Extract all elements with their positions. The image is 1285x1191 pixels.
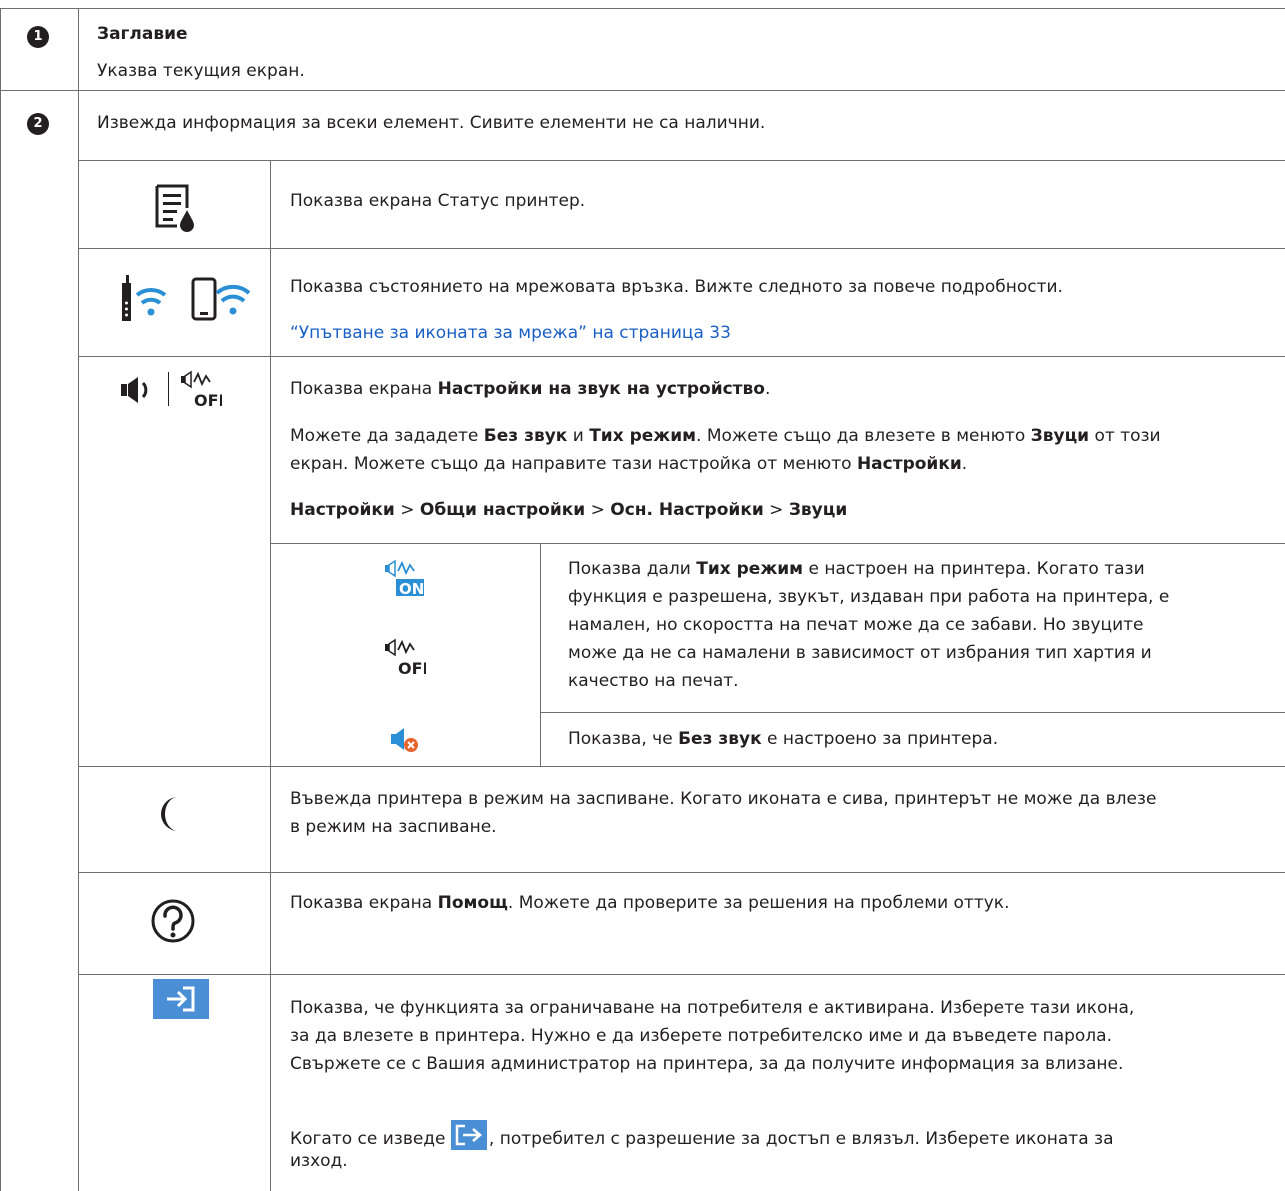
quiet-off-icon: OFF bbox=[385, 638, 426, 676]
sound-text-3: екран. Можете също да направите тази нас… bbox=[290, 454, 968, 474]
network-text: Показва състоянието на мрежовата връзка.… bbox=[290, 277, 1063, 297]
svg-text:OFF: OFF bbox=[398, 659, 426, 676]
login-text-1: Показва, че функцията за ограничаване на… bbox=[290, 998, 1135, 1018]
printer-ink-icon bbox=[155, 184, 194, 232]
row-description: Указва текущия екран. bbox=[97, 61, 305, 81]
sound-text-1: Показва екрана Настройки на звук на устр… bbox=[290, 379, 771, 399]
quiet-text-2: функция е разрешена, звукът, издаван при… bbox=[568, 587, 1170, 607]
wifi-printer-icon bbox=[122, 275, 167, 321]
sound-text-2: Можете да зададете Без звук и Тих режим.… bbox=[290, 426, 1161, 446]
help-text: Показва екрана Помощ. Можете да проверит… bbox=[290, 893, 1010, 913]
help-icon bbox=[151, 899, 195, 943]
wifi-direct-icon bbox=[191, 277, 251, 321]
quiet-text-1: Показва дали Тих режим е настроен на при… bbox=[568, 559, 1145, 579]
login-text-5: изход. bbox=[290, 1151, 348, 1171]
sound-menu-path: Настройки > Общи настройки > Осн. Настро… bbox=[290, 500, 848, 520]
sleep-text-2: в режим на заспиване. bbox=[290, 817, 497, 837]
mute-icon bbox=[391, 728, 418, 752]
quiet-on-icon: ON bbox=[385, 559, 424, 597]
printer-status-text: Показва екрана Статус принтер. bbox=[290, 191, 586, 211]
network-link[interactable]: “Упътване за иконата за мрежа” на страни… bbox=[290, 320, 731, 347]
quiet-text-5: качество на печат. bbox=[568, 671, 739, 691]
mute-text: Показва, че Без звук е настроено за прин… bbox=[568, 729, 999, 749]
login-text-2: за да влезете в принтера. Нужно е да изб… bbox=[290, 1026, 1112, 1046]
speaker-icon bbox=[121, 377, 148, 403]
row-intro: Извежда информация за всеки елемент. Сив… bbox=[97, 113, 766, 133]
network-icon-guide-link[interactable]: “Упътване за иконата за мрежа” на страни… bbox=[290, 323, 731, 343]
svg-text:OFF: OFF bbox=[194, 391, 222, 408]
moon-icon bbox=[160, 797, 178, 831]
callout-number-2: 2 bbox=[27, 113, 49, 135]
sound-icon-separator bbox=[168, 372, 169, 406]
svg-text:ON: ON bbox=[399, 580, 424, 597]
callout-number-1: 1 bbox=[27, 26, 49, 48]
quiet-text-4: може да не са намалени в зависимост от и… bbox=[568, 643, 1152, 663]
row-title: Заглавие bbox=[97, 24, 188, 44]
login-text-3: Свържете се с Вашия администратор на при… bbox=[290, 1054, 1124, 1074]
login-text-4: Когато се изведе , потребител с разрешен… bbox=[290, 1120, 1114, 1153]
quiet-off-icon: OFF bbox=[181, 370, 222, 408]
quiet-text-3: намален, но скоростта на печат може да с… bbox=[568, 615, 1144, 635]
login-icon bbox=[153, 979, 209, 1019]
logout-icon bbox=[450, 1120, 487, 1150]
sleep-text-1: Въвежда принтера в режим на заспиване. К… bbox=[290, 789, 1157, 809]
